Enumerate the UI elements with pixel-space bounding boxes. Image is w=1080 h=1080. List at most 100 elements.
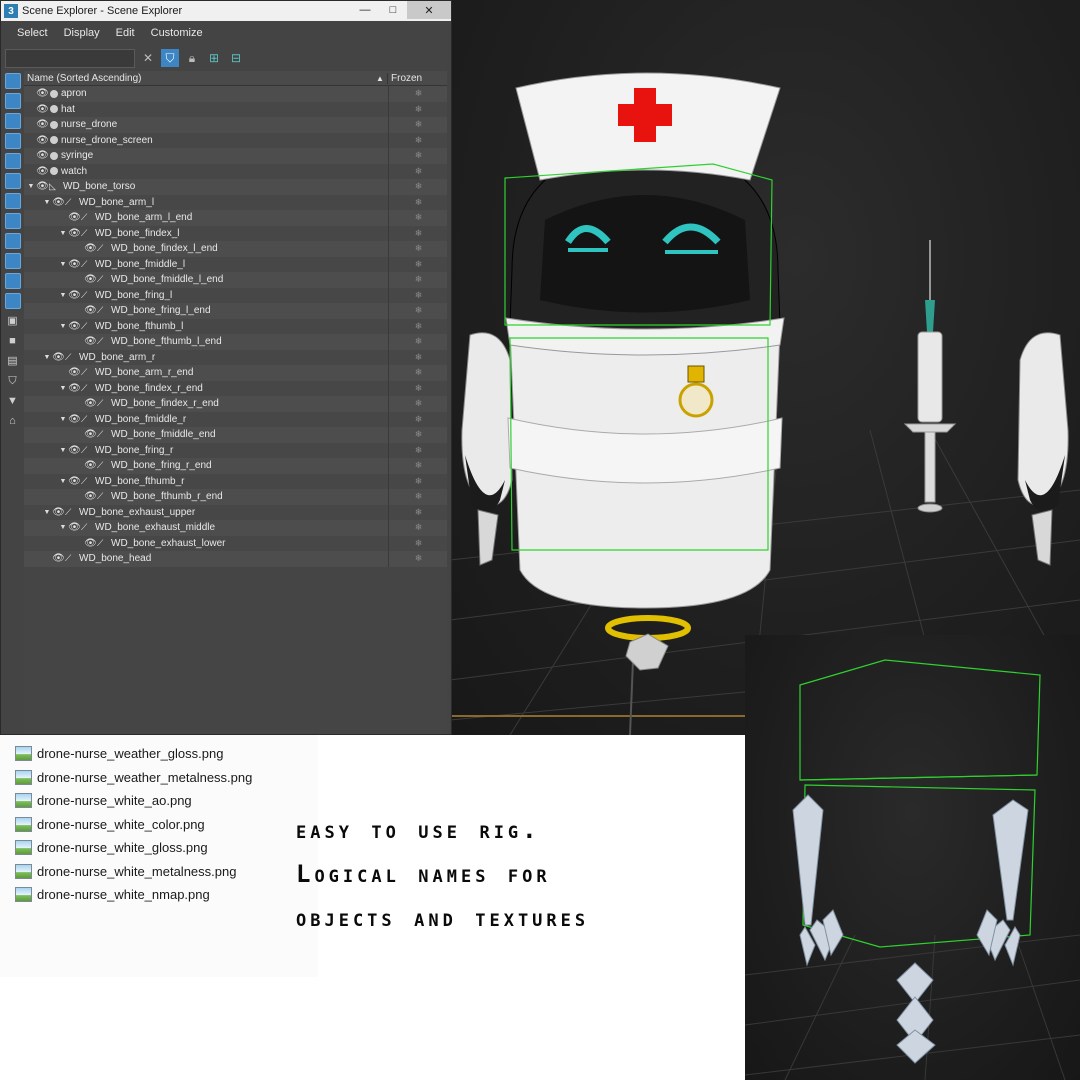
frozen-toggle-icon[interactable]: ❄ — [388, 86, 448, 102]
clear-search-icon[interactable]: ✕ — [139, 49, 157, 67]
frozen-toggle-icon[interactable]: ❄ — [388, 101, 448, 117]
tree-row[interactable]: 👁︎ ⟋ WD_bone_fring_r_end ❄ — [24, 458, 447, 474]
display-groups-icon[interactable] — [4, 193, 21, 209]
visibility-eye-icon[interactable]: 👁︎ — [68, 383, 81, 394]
frozen-toggle-icon[interactable]: ❄ — [388, 365, 448, 381]
visibility-eye-icon[interactable]: 👁︎ — [84, 274, 97, 285]
invert-display-icon[interactable]: ▤ — [5, 353, 21, 369]
tree-row[interactable]: ▼ 👁︎ ⟋ WD_bone_exhaust_upper ❄ — [24, 504, 448, 520]
frozen-toggle-icon[interactable]: ❄ — [388, 287, 448, 303]
file-item[interactable]: drone-nurse_white_nmap.png — [0, 883, 318, 907]
visibility-eye-icon[interactable]: 👁︎ — [68, 290, 81, 301]
display-lights-icon[interactable] — [4, 113, 21, 129]
visibility-eye-icon[interactable]: 👁︎ — [36, 150, 49, 161]
file-item[interactable]: drone-nurse_white_color.png — [0, 813, 318, 837]
visibility-eye-icon[interactable]: 👁︎ — [36, 181, 49, 192]
expand-toggle-icon[interactable]: ▼ — [26, 183, 36, 190]
frozen-toggle-icon[interactable]: ❄ — [388, 256, 448, 272]
column-frozen-header[interactable]: Frozen — [387, 72, 447, 84]
maximize-button[interactable]: □ — [379, 1, 407, 19]
scene-explorer-window[interactable]: 3 Scene Explorer - Scene Explorer — □ ✕ … — [0, 0, 452, 735]
tree-row[interactable]: 👁︎ syringe ❄ — [24, 148, 447, 164]
display-containers-icon[interactable] — [4, 253, 21, 269]
tree-row[interactable]: 👁︎ ⟋ WD_bone_arm_r_end ❄ — [24, 365, 447, 381]
visibility-eye-icon[interactable]: 👁︎ — [84, 336, 97, 347]
visibility-eye-icon[interactable]: 👁︎ — [84, 243, 97, 254]
frozen-toggle-icon[interactable]: ❄ — [388, 132, 448, 148]
visibility-eye-icon[interactable]: 👁︎ — [68, 476, 81, 487]
frozen-toggle-icon[interactable]: ❄ — [388, 458, 448, 474]
frozen-toggle-icon[interactable]: ❄ — [388, 489, 448, 505]
window-titlebar[interactable]: 3 Scene Explorer - Scene Explorer — □ ✕ — [1, 1, 451, 21]
menu-edit[interactable]: Edit — [108, 27, 143, 39]
expand-toggle-icon[interactable]: ▼ — [58, 261, 68, 268]
frozen-toggle-icon[interactable]: ❄ — [388, 473, 448, 489]
tree-row[interactable]: 👁︎ ⟋ WD_bone_fmiddle_end ❄ — [24, 427, 447, 443]
tree-row[interactable]: 👁︎ ⟋ WD_bone_exhaust_lower ❄ — [24, 535, 448, 551]
frozen-toggle-icon[interactable]: ❄ — [388, 241, 448, 257]
visibility-eye-icon[interactable]: 👁︎ — [52, 197, 65, 208]
tree-row[interactable]: 👁︎ ⟋ WD_bone_findex_r_end ❄ — [24, 396, 447, 412]
hierarchy-icon[interactable]: ⊞ — [205, 49, 223, 67]
visibility-eye-icon[interactable]: 👁︎ — [36, 104, 49, 115]
tree-row[interactable]: 👁︎ apron ❄ — [24, 86, 447, 102]
layer-icon[interactable]: ⌂ — [5, 413, 21, 429]
filter-icon[interactable]: ⛉ — [161, 49, 179, 67]
tree-row[interactable]: ▼ 👁︎ ⟋ WD_bone_exhaust_middle ❄ — [24, 520, 447, 536]
tree-row[interactable]: ▼ 👁︎ ⟋ WD_bone_findex_l ❄ — [24, 225, 448, 241]
visibility-eye-icon[interactable]: 👁︎ — [84, 538, 97, 549]
minimize-button[interactable]: — — [351, 1, 379, 19]
expand-toggle-icon[interactable]: ▼ — [42, 199, 52, 206]
frozen-toggle-icon[interactable]: ❄ — [388, 179, 448, 195]
visibility-eye-icon[interactable]: 👁︎ — [52, 352, 65, 363]
frozen-toggle-icon[interactable]: ❄ — [388, 411, 448, 427]
tree-row[interactable]: ▼ 👁︎ ⟋ WD_bone_fthumb_l ❄ — [24, 318, 448, 334]
frozen-toggle-icon[interactable]: ❄ — [388, 225, 448, 241]
frozen-toggle-icon[interactable]: ❄ — [388, 272, 448, 288]
frozen-toggle-icon[interactable]: ❄ — [388, 427, 448, 443]
tree-row[interactable]: 👁︎ ⟋ WD_bone_fthumb_l_end ❄ — [24, 334, 447, 350]
visibility-eye-icon[interactable]: 👁︎ — [68, 321, 81, 332]
tree-row[interactable]: 👁︎ ⟋ WD_bone_fthumb_r_end ❄ — [24, 489, 447, 505]
visibility-eye-icon[interactable]: 👁︎ — [68, 259, 81, 270]
visibility-eye-icon[interactable]: 👁︎ — [68, 228, 81, 239]
expand-toggle-icon[interactable]: ▼ — [58, 524, 68, 531]
display-cameras-icon[interactable] — [4, 133, 21, 149]
tree-row[interactable]: ▼ 👁︎ ⟋ WD_bone_findex_r_end ❄ — [24, 380, 447, 396]
display-all-icon[interactable]: ▣ — [5, 313, 21, 329]
visibility-eye-icon[interactable]: 👁︎ — [36, 88, 49, 99]
tree-row[interactable]: ▼ 👁︎ ⟋ WD_bone_arm_r ❄ — [24, 349, 447, 365]
tree-row[interactable]: ▼ 👁︎ ⟋ WD_bone_fthumb_r ❄ — [24, 473, 448, 489]
tree-row[interactable]: 👁︎ ⟋ WD_bone_findex_l_end ❄ — [24, 241, 447, 257]
rig-bones-view[interactable] — [745, 635, 1080, 1080]
display-helpers-icon[interactable] — [4, 153, 21, 169]
visibility-eye-icon[interactable]: 👁︎ — [84, 305, 97, 316]
frozen-toggle-icon[interactable]: ❄ — [388, 520, 448, 536]
file-item[interactable]: drone-nurse_white_metalness.png — [0, 860, 318, 884]
menu-customize[interactable]: Customize — [143, 27, 211, 39]
hierarchy-alt-icon[interactable]: ⊟ — [227, 49, 245, 67]
file-item[interactable]: drone-nurse_white_ao.png — [0, 789, 318, 813]
visibility-eye-icon[interactable]: 👁︎ — [36, 135, 49, 146]
frozen-toggle-icon[interactable]: ❄ — [388, 551, 448, 567]
frozen-toggle-icon[interactable]: ❄ — [388, 504, 448, 520]
menu-select[interactable]: Select — [9, 27, 56, 39]
search-input[interactable] — [5, 48, 135, 68]
expand-toggle-icon[interactable]: ▼ — [58, 478, 68, 485]
display-hidden-icon[interactable] — [4, 293, 21, 309]
visibility-eye-icon[interactable]: 👁︎ — [52, 507, 65, 518]
file-item[interactable]: drone-nurse_weather_metalness.png — [0, 766, 318, 790]
expand-toggle-icon[interactable]: ▼ — [58, 447, 68, 454]
display-xrefs-icon[interactable] — [4, 213, 21, 229]
close-button[interactable]: ✕ — [407, 1, 451, 19]
tree-row[interactable]: ▼ 👁︎ ⟋ WD_bone_fring_r ❄ — [24, 442, 447, 458]
file-item[interactable]: drone-nurse_weather_gloss.png — [0, 742, 318, 766]
visibility-eye-icon[interactable]: 👁︎ — [36, 119, 49, 130]
tree-row[interactable]: ▼ 👁︎ ⟋ WD_bone_fmiddle_l ❄ — [24, 256, 448, 272]
expand-toggle-icon[interactable]: ▼ — [58, 292, 68, 299]
frozen-toggle-icon[interactable]: ❄ — [388, 117, 448, 133]
frozen-toggle-icon[interactable]: ❄ — [388, 318, 448, 334]
visibility-eye-icon[interactable]: 👁︎ — [68, 367, 81, 378]
tree-row[interactable]: 👁︎ hat ❄ — [24, 101, 448, 117]
frozen-toggle-icon[interactable]: ❄ — [388, 535, 448, 551]
